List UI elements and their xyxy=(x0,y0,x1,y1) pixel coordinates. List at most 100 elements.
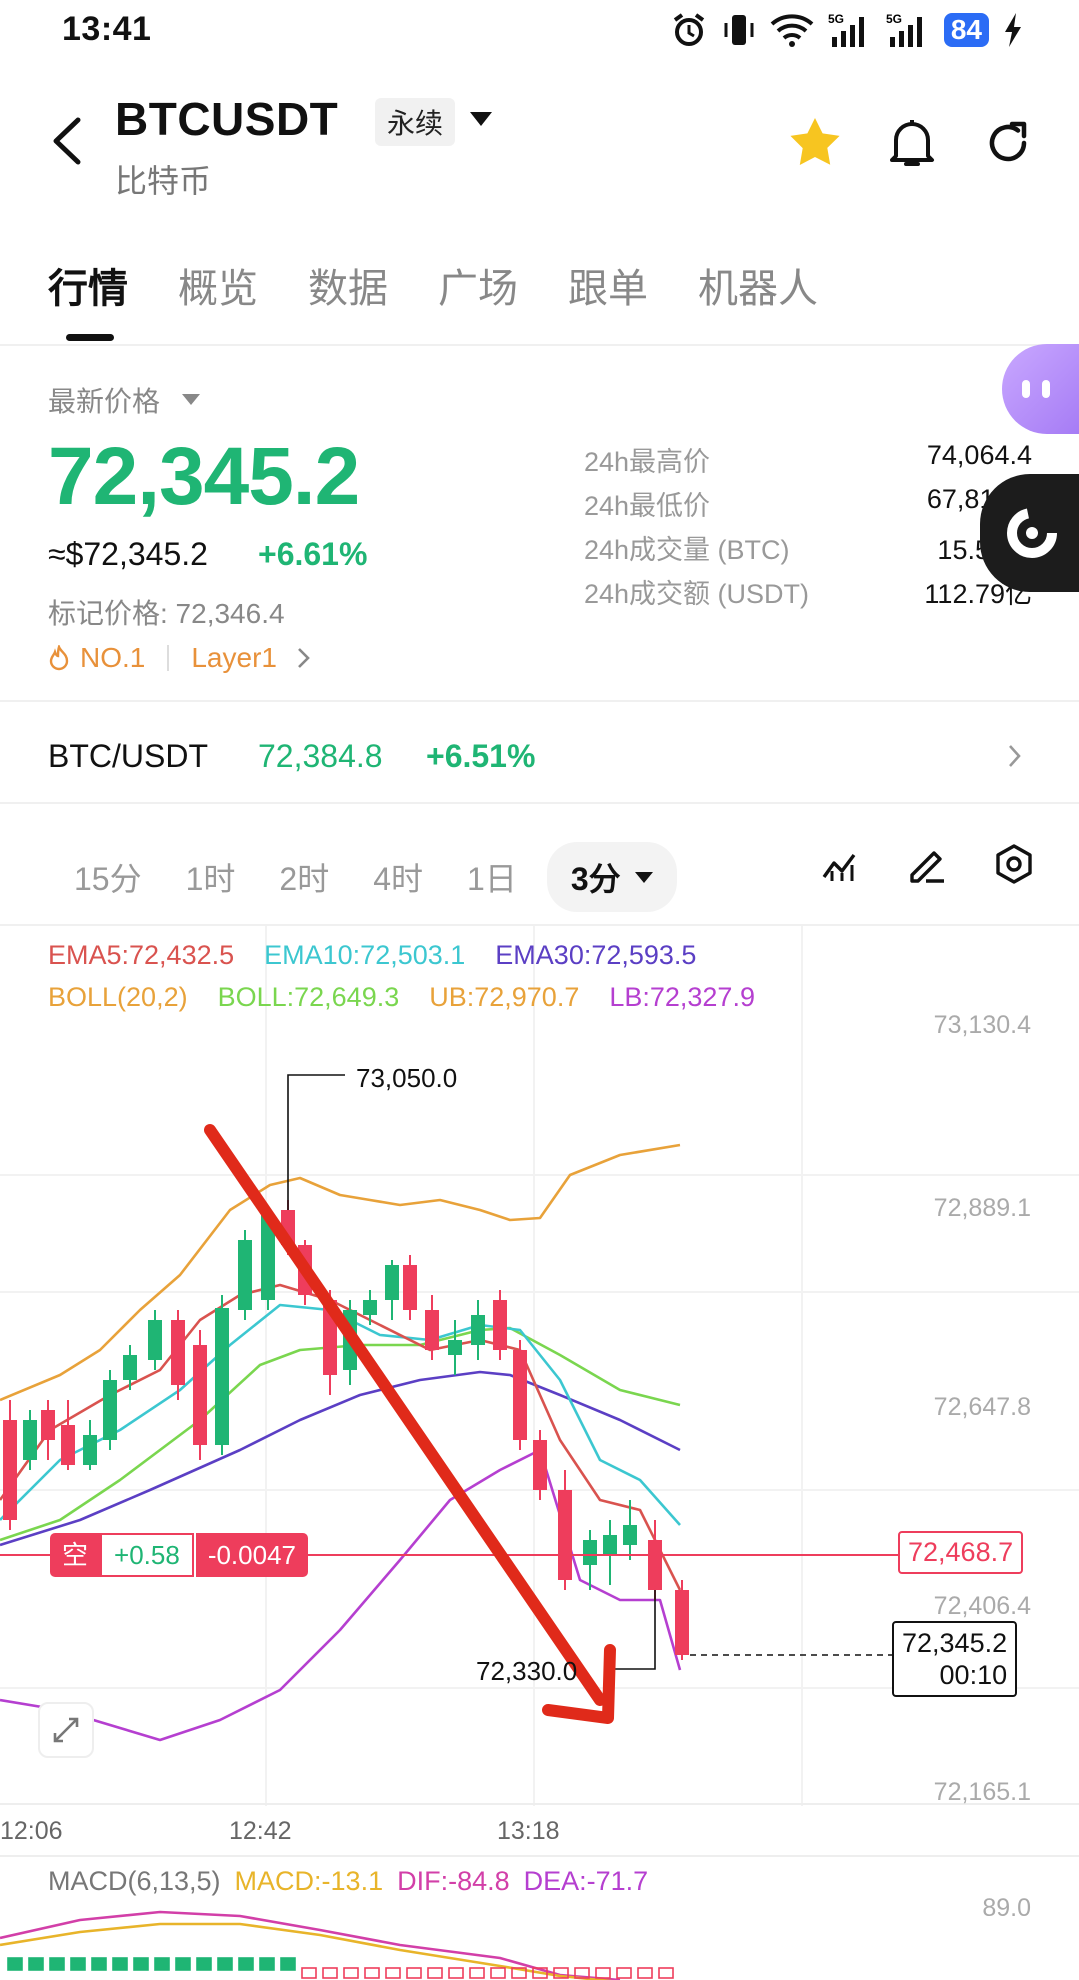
y-axis-tick: 72,889.1 xyxy=(933,1194,1031,1222)
macd-bar xyxy=(616,1967,632,1979)
swirl-icon xyxy=(1007,508,1057,558)
macd-bar xyxy=(343,1967,359,1979)
macd-bar xyxy=(154,1957,170,1971)
stat-label: 24h最高价 xyxy=(584,447,711,477)
macd-bar xyxy=(595,1967,611,1979)
favorite-star-icon[interactable] xyxy=(788,116,842,168)
macd-bar xyxy=(70,1957,86,1971)
status-time: 13:41 xyxy=(62,10,152,48)
ema30-line xyxy=(0,1370,681,1547)
position-side: 空 xyxy=(50,1533,101,1577)
x-axis-tick: 13:18 xyxy=(497,1817,560,1845)
expand-chart-button[interactable] xyxy=(38,1702,94,1758)
tab-market[interactable]: 行情 xyxy=(48,256,128,314)
symbol-subtitle: 比特币 xyxy=(115,163,212,199)
stat-row: 24h最低价 67,812.9 xyxy=(584,484,1032,528)
ema30-value: EMA30:72,593.5 xyxy=(495,940,697,970)
assistant-face-icon xyxy=(1022,380,1050,398)
macd-bar xyxy=(7,1957,23,1971)
macd-bar xyxy=(49,1957,65,1971)
ema-legend: EMA5:72,432.5 EMA10:72,503.1 EMA30:72,59… xyxy=(48,940,696,971)
candle-body xyxy=(675,1590,689,1655)
timeframe-2h[interactable]: 2时 xyxy=(279,854,329,900)
ema5-value: EMA5:72,432.5 xyxy=(48,940,235,970)
chevron-down-icon xyxy=(634,871,653,883)
indicator-icon[interactable] xyxy=(820,843,862,885)
settings-icon[interactable] xyxy=(993,843,1035,885)
stat-row: 24h成交量 (BTC)15.59万 xyxy=(584,528,1032,572)
candle-body xyxy=(648,1540,662,1590)
low-marker-line xyxy=(610,1590,656,1670)
timeframe-1d[interactable]: 1日 xyxy=(467,854,517,900)
stat-label: 24h成交量 (BTC) xyxy=(584,535,790,565)
candle-body xyxy=(83,1435,97,1465)
chevron-right-icon xyxy=(298,648,310,668)
current-price-value: 72,345.2 xyxy=(902,1628,1008,1658)
refresh-icon[interactable] xyxy=(982,116,1036,170)
rank-tag[interactable]: NO.1 xyxy=(80,642,145,674)
symbol-title[interactable]: BTCUSDT xyxy=(115,92,338,146)
floating-action-widget[interactable] xyxy=(980,474,1079,592)
draw-pen-icon[interactable] xyxy=(906,843,948,885)
assistant-bubble[interactable] xyxy=(1002,344,1079,434)
stat-label: 24h成交额 (USDT) xyxy=(584,579,810,609)
timeframe-1h[interactable]: 1时 xyxy=(186,854,236,900)
svg-text:5G: 5G xyxy=(828,12,844,26)
candle-body xyxy=(403,1265,417,1310)
dea-value: DEA:-71.7 xyxy=(523,1866,649,1896)
candle-body xyxy=(193,1345,207,1445)
spot-pair-label[interactable]: BTC/USDT xyxy=(48,738,208,775)
alarm-icon xyxy=(673,13,705,46)
candle-body xyxy=(493,1300,507,1350)
charging-icon xyxy=(1005,13,1021,47)
latest-price-label[interactable]: 最新价格 xyxy=(48,380,160,420)
back-arrow-icon[interactable] xyxy=(48,116,88,166)
dif-value: DIF:-84.8 xyxy=(397,1866,510,1896)
boll-mid-line xyxy=(0,1326,681,1542)
candle-body xyxy=(23,1420,37,1460)
tab-bot[interactable]: 机器人 xyxy=(698,256,818,314)
candle-body xyxy=(558,1490,572,1580)
candle-body xyxy=(123,1355,137,1380)
bell-icon[interactable] xyxy=(886,116,938,170)
tab-overview[interactable]: 概览 xyxy=(178,256,258,314)
current-price-tag: 72,345.2 00:10 xyxy=(892,1621,1018,1697)
macd-value: MACD:-13.1 xyxy=(234,1866,384,1896)
signal-5g-icon-2: 5G xyxy=(886,12,922,47)
macd-bar xyxy=(490,1967,506,1979)
sector-tag[interactable]: Layer1 xyxy=(191,642,277,674)
boll-params: BOLL(20,2) xyxy=(48,982,188,1012)
tab-copy-trade[interactable]: 跟单 xyxy=(568,256,648,314)
candle-body xyxy=(61,1425,75,1465)
macd-params: MACD(6,13,5) xyxy=(48,1866,221,1896)
candle-body xyxy=(385,1265,399,1300)
market-tabs: 行情 概览 数据 广场 跟单 机器人 xyxy=(48,256,868,314)
candle-body xyxy=(103,1380,117,1440)
contract-type-badge[interactable]: 永续 xyxy=(375,98,456,146)
tab-data[interactable]: 数据 xyxy=(308,256,388,314)
tag-row[interactable]: NO.1 Layer1 xyxy=(48,642,311,674)
chevron-right-icon[interactable] xyxy=(1008,744,1022,768)
signal-5g-icon: 5G xyxy=(828,12,864,47)
latest-price-dropdown-icon[interactable] xyxy=(182,394,200,405)
symbol-dropdown-icon[interactable] xyxy=(470,112,492,126)
macd-bar xyxy=(217,1957,233,1971)
ema10-value: EMA10:72,503.1 xyxy=(264,940,466,970)
position-pnl: +0.58 xyxy=(100,1533,194,1577)
flame-icon xyxy=(49,645,69,671)
candle-body xyxy=(148,1320,162,1360)
stat-row: 24h成交额 (USDT) 112.79亿 xyxy=(584,572,1032,616)
macd-bar xyxy=(427,1967,443,1979)
timeframe-15m[interactable]: 15分 xyxy=(74,854,142,900)
macd-axis-tick: 89.0 xyxy=(982,1894,1031,1922)
status-icons: 5G 5G 84 xyxy=(670,8,1023,52)
boll-lower-value: LB:72,327.9 xyxy=(609,982,755,1012)
candle-body xyxy=(425,1310,439,1350)
vibrate-icon xyxy=(724,15,754,45)
tab-square[interactable]: 广场 xyxy=(438,256,518,314)
timeframe-active-dropdown[interactable]: 3分 xyxy=(546,842,677,912)
timeframe-4h[interactable]: 4时 xyxy=(373,854,423,900)
candle-body xyxy=(583,1540,597,1565)
position-badge[interactable]: 空 +0.58 -0.0047 xyxy=(50,1533,308,1577)
y-axis-tick: 72,406.4 xyxy=(933,1592,1031,1620)
